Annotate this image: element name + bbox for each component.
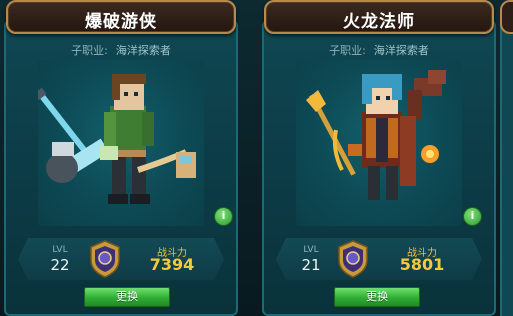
- rank-badge-icon: [338, 240, 368, 278]
- subclass-label: 子职业:: [329, 44, 366, 57]
- next-card-title-edge: [500, 0, 513, 34]
- card-title-plate: 爆破游侠: [6, 0, 236, 34]
- info-icon[interactable]: i: [214, 207, 233, 226]
- card-title-plate: 火龙法师: [264, 0, 494, 34]
- power-value: 7394: [149, 255, 195, 274]
- hero-portrait: [296, 60, 462, 226]
- lvl-label: LVL: [303, 245, 319, 255]
- hero-portrait: [38, 60, 204, 226]
- swap-button[interactable]: 更换: [334, 287, 420, 307]
- lvl-label: LVL: [52, 245, 68, 255]
- rank-badge-icon: [90, 240, 120, 278]
- next-card-edge: [500, 20, 513, 316]
- subclass-value: 海洋探索者: [373, 44, 429, 57]
- subclass-label: 子职业:: [71, 44, 108, 57]
- hero-name: 爆破游侠: [85, 12, 157, 32]
- ranger-figure: [38, 74, 196, 204]
- hero-card-1[interactable]: 爆破游侠 子职业: 海洋探索者 i LVL 22 战斗力 7394 更换: [0, 0, 242, 316]
- subclass-value: 海洋探索者: [115, 44, 171, 57]
- hero-level: 21: [301, 256, 321, 274]
- hero-card-2[interactable]: 火龙法师 子职业: 海洋探索者 i LVL 21 战斗力 5801 更换: [258, 0, 500, 316]
- hero-name: 火龙法师: [343, 12, 415, 32]
- subclass-line: 子职业: 海洋探索者: [0, 42, 242, 58]
- mage-figure: [306, 70, 446, 200]
- info-icon[interactable]: i: [463, 207, 482, 226]
- subclass-line: 子职业: 海洋探索者: [258, 42, 500, 58]
- power-value: 5801: [399, 255, 445, 274]
- hero-level: 22: [50, 256, 70, 274]
- swap-button[interactable]: 更换: [84, 287, 170, 307]
